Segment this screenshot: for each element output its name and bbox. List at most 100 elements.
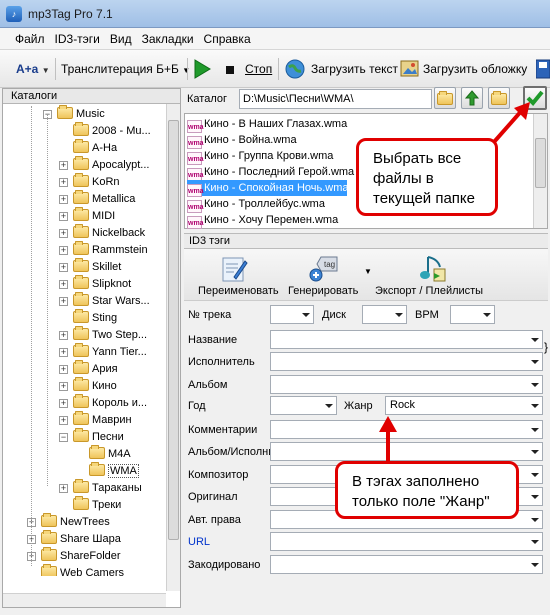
tree-item[interactable]: Маврин: [73, 411, 132, 429]
tree-item-label: Песни: [92, 431, 124, 443]
expand-icon[interactable]: +: [59, 416, 68, 425]
expand-icon[interactable]: +: [59, 280, 68, 289]
album-artist-field[interactable]: [270, 442, 543, 461]
year-field[interactable]: [270, 396, 337, 415]
menu-id3-tags[interactable]: ID3-тэги: [50, 28, 105, 50]
collapse-icon[interactable]: −: [59, 433, 68, 442]
tree-item[interactable]: Тараканы: [73, 479, 142, 497]
folder-icon: [57, 105, 73, 119]
file-row[interactable]: wmaКино - Спокойная Ночь.wma: [187, 180, 349, 197]
expand-icon[interactable]: +: [59, 399, 68, 408]
encoded-field[interactable]: [270, 555, 543, 574]
case-button[interactable]: A+a ▼: [16, 59, 50, 79]
tree-item[interactable]: Yann Tier...: [73, 343, 147, 361]
tree-horizontal-scrollbar[interactable]: [3, 593, 166, 607]
tree-item[interactable]: Slipknot: [73, 275, 131, 293]
comment-field[interactable]: [270, 420, 543, 439]
album-field[interactable]: [270, 375, 543, 394]
expand-icon[interactable]: +: [59, 365, 68, 374]
expand-icon[interactable]: +: [59, 178, 68, 187]
chevron-down-icon: [531, 495, 539, 499]
tree-item[interactable]: Nickelback: [73, 224, 145, 242]
stop-button[interactable]: Стоп: [245, 59, 272, 79]
file-row[interactable]: wmaКино - В Наших Глазах.wma: [187, 116, 347, 133]
tree-item[interactable]: Треки: [73, 496, 121, 514]
stop-icon[interactable]: [226, 66, 234, 74]
tree-item-label: Two Step...: [92, 329, 148, 341]
url-field[interactable]: [270, 532, 543, 551]
chevron-down-icon[interactable]: ▼: [364, 267, 372, 276]
callout-select-all: Выбрать все файлы в текущей папке: [356, 138, 498, 216]
genre-field[interactable]: Rock: [385, 396, 543, 415]
tree-item[interactable]: Star Wars...: [73, 292, 150, 310]
disc-field[interactable]: [362, 305, 407, 324]
tree-item[interactable]: Apocalypt...: [73, 156, 149, 174]
save-icon[interactable]: [536, 59, 550, 79]
tree-item[interactable]: Король и...: [73, 394, 148, 412]
encoded-label: Закодировано: [188, 559, 261, 571]
tree-item[interactable]: Web Camers: [41, 564, 124, 576]
folder-icon: [73, 139, 89, 153]
menu-help[interactable]: Справка: [199, 28, 256, 50]
expand-icon[interactable]: +: [59, 161, 68, 170]
tree-item[interactable]: Песни: [73, 428, 124, 446]
tree-item[interactable]: Music: [57, 105, 105, 123]
tree-item[interactable]: MIDI: [73, 207, 115, 225]
file-row[interactable]: wmaКино - Последний Герой.wma: [187, 164, 354, 181]
expand-icon[interactable]: +: [59, 382, 68, 391]
menu-file[interactable]: Файл: [10, 28, 50, 50]
tree-item[interactable]: Share Шара: [41, 530, 121, 548]
menu-view[interactable]: Вид: [105, 28, 137, 50]
expand-icon[interactable]: +: [59, 212, 68, 221]
title-field[interactable]: [270, 330, 543, 349]
tree-item[interactable]: Sting: [73, 309, 117, 327]
tree-item[interactable]: Skillet: [73, 258, 121, 276]
tree-item[interactable]: WMA: [89, 462, 139, 480]
parent-folder-button[interactable]: [461, 87, 483, 109]
expand-icon[interactable]: +: [59, 246, 68, 255]
tree-item[interactable]: Кино: [73, 377, 117, 395]
transliteration-label: Транслитерация Б+Б: [61, 62, 179, 76]
bpm-field[interactable]: [450, 305, 495, 324]
transliteration-button[interactable]: Транслитерация Б+Б ▼: [61, 59, 190, 79]
tree-item[interactable]: 2008 - Mu...: [73, 122, 151, 140]
tree-item-label: Ария: [92, 363, 118, 375]
expand-icon[interactable]: +: [59, 297, 68, 306]
expand-icon[interactable]: +: [59, 195, 68, 204]
tree-item[interactable]: Ария: [73, 360, 118, 378]
generate-button[interactable]: Генерировать: [288, 285, 358, 297]
tree-item-label: Star Wars...: [92, 295, 150, 307]
expand-icon[interactable]: +: [59, 484, 68, 493]
cover-image-icon: [400, 60, 419, 77]
file-row[interactable]: wmaКино - Война.wma: [187, 132, 297, 149]
track-field[interactable]: [270, 305, 314, 324]
rename-button[interactable]: Переименовать: [198, 285, 279, 297]
tree-item[interactable]: KoRn: [73, 173, 120, 191]
export-playlists-button[interactable]: Экспорт / Плейлисты: [375, 285, 483, 297]
catalog-path-field[interactable]: D:\Music\Песни\WMA\: [239, 89, 432, 109]
tree-item[interactable]: NewTrees: [41, 513, 110, 531]
load-text-button[interactable]: Загрузить текст: [311, 59, 398, 79]
folder-icon: [73, 156, 89, 170]
file-row[interactable]: wmaКино - Группа Крови.wma: [187, 148, 333, 165]
tree-item[interactable]: Metallica: [73, 190, 135, 208]
tree-item[interactable]: A-Ha: [73, 139, 117, 157]
tree-item[interactable]: Two Step...: [73, 326, 148, 344]
file-row[interactable]: wmaКино - Хочу Перемен.wma: [187, 212, 338, 229]
expand-icon[interactable]: +: [59, 263, 68, 272]
tree-item[interactable]: ShareFolder: [41, 547, 121, 565]
file-row[interactable]: wmaКино - Троллейбус.wma: [187, 196, 325, 213]
tree-item[interactable]: M4A: [89, 445, 131, 463]
expand-icon[interactable]: +: [59, 229, 68, 238]
artist-field[interactable]: [270, 352, 543, 371]
load-cover-button[interactable]: Загрузить обложку: [423, 59, 527, 79]
menu-bookmarks[interactable]: Закладки: [137, 28, 199, 50]
tree-item-label: Король и...: [92, 397, 148, 409]
expand-icon[interactable]: +: [59, 331, 68, 340]
tree-vertical-scrollbar[interactable]: [166, 104, 180, 591]
tree-item-label: Кино: [92, 380, 117, 392]
play-icon[interactable]: [193, 59, 211, 79]
tree-item[interactable]: Rammstein: [73, 241, 148, 259]
expand-icon[interactable]: +: [59, 348, 68, 357]
browse-folder-button[interactable]: [434, 87, 456, 109]
